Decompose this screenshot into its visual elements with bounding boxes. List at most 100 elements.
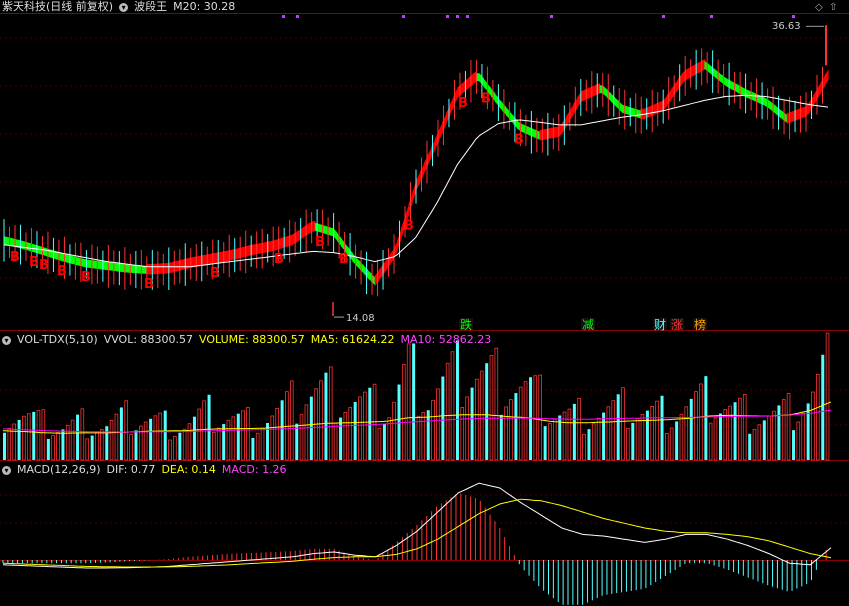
vvol-readout: VVOL: 88300.57 [103,333,194,346]
band-segment [348,248,353,262]
band-segment [580,89,586,102]
volume-bar [708,422,713,461]
volume-bar [309,396,313,460]
volume-bar [742,394,747,461]
signal-dot [296,15,299,18]
volume-bar [499,414,503,460]
volume-bar [587,429,591,460]
volume-bar [416,415,421,461]
volume-bar [212,431,216,461]
event-tag: 跌 [460,317,472,332]
buy-marker: B [57,264,67,279]
volume-bar [436,388,440,461]
band-segment [292,231,297,245]
volume-bar [85,438,90,461]
volume-bar [363,391,367,461]
band-segment [771,102,777,114]
chevron-down-icon[interactable]: ▾ [119,2,129,12]
buy-marker: B [81,270,91,285]
volume-bar [485,363,489,460]
volume-bar [786,392,791,461]
buy-marker: B [210,266,220,281]
band-segment [539,129,544,141]
volume-bar [304,404,309,461]
volume-bar [733,402,737,460]
volume-bar [728,405,732,461]
band-segment [693,63,698,76]
volume-bar [124,400,128,461]
band-segment [374,270,380,287]
volume-bar [80,408,85,461]
volume-bar [455,340,459,460]
ma5-readout: MA5: 61624.22 [310,333,395,346]
band-segment [603,85,608,98]
chevron-down-icon[interactable]: ▾ [2,335,11,345]
volume-bar [270,415,275,461]
band-segment [183,258,189,270]
band-segment [378,264,383,281]
band-segment [108,262,114,271]
signal-dot [662,15,665,18]
band-segment [168,261,174,274]
band-segment [438,122,443,142]
volume-bar [748,433,752,460]
chevron-down-icon[interactable]: ▾ [2,465,11,475]
volume-bar [134,430,138,460]
volume-bar [718,413,722,460]
macd-readout: MACD: 1.26 [221,463,287,476]
volume-bar [445,362,450,461]
band-segment [266,241,271,253]
volume-bar [173,435,177,461]
volume-bar [207,394,211,460]
buy-marker: B [315,235,325,250]
band-segment [363,265,368,278]
volume-bar [129,434,133,461]
volume-bar [792,430,796,460]
volume-bar [70,419,75,461]
volume-bar [621,387,625,461]
vol-name: VOL-TDX(5,10) [17,333,98,346]
band-segment [45,247,50,258]
band-segment [367,269,372,282]
band-segment [685,67,691,81]
volume-bar [163,410,167,460]
volume-bar [51,435,55,461]
volume-bar [825,332,830,461]
signal-dot [446,15,449,18]
volume-bar [149,418,153,460]
volume-bar [343,412,348,461]
band-segment [824,69,829,87]
band-segment [198,255,204,267]
band-segment [786,111,792,124]
band-segment [127,264,132,273]
band-segment [708,63,713,75]
band-segment [251,244,256,256]
volume-bar [178,432,182,460]
volume-bar [7,427,12,461]
volume-bar [582,434,586,461]
volume-bar [246,407,250,461]
buy-marker: B [29,255,39,270]
diamond-icon[interactable]: ◇ [815,2,823,13]
band-segment [719,73,724,85]
volume-bar [752,428,757,461]
band-segment [689,65,694,78]
volume-bar [105,426,109,460]
volume-bar [285,391,289,461]
volume-bar [158,412,163,461]
volume-bar [109,419,114,461]
volume-bar [738,397,742,461]
up-arrow-icon[interactable]: ⇧ [829,2,837,13]
volume-bar [606,406,611,461]
volume-bar [602,412,606,460]
volume-bar [777,405,781,460]
event-tag: 财 [654,318,666,332]
band-segment [307,221,312,235]
volume-bar [236,413,240,460]
volume-bar [26,413,31,461]
band-segment [26,242,31,252]
volume-bar [3,432,6,460]
volume-bar [182,428,187,461]
volume-bar [251,438,255,460]
volume-bar [538,374,542,461]
